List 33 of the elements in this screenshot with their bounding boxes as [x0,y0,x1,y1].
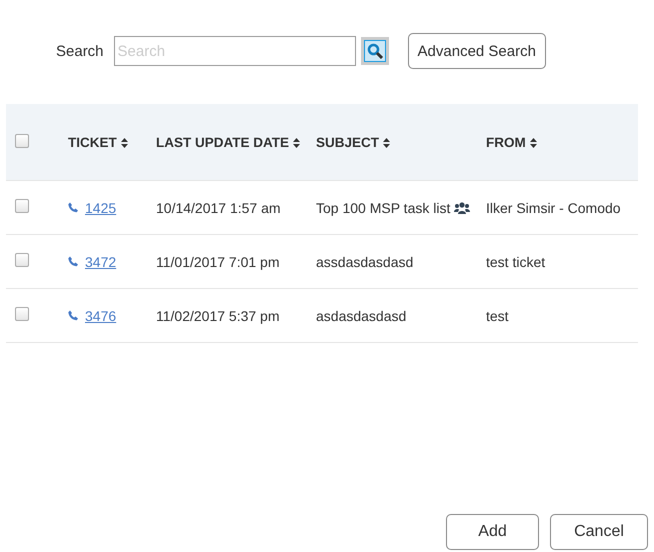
table-cell: Top 100 MSP task list [316,200,450,216]
table-cell-text: 11/02/2017 5:37 pm [156,308,281,324]
column-header[interactable]: LAST UPDATE DATE [156,134,316,150]
column-header[interactable]: FROM [486,134,638,150]
phone-icon [68,202,79,213]
sort-icon [383,138,390,148]
table-cell-text: test ticket [486,254,546,270]
search-label: Search [56,42,104,60]
table-cell-text: Ilker Simsir - Comodo [486,200,622,216]
sort-icon [120,138,128,148]
table-cell: asdasdasdasd [316,308,406,324]
column-header[interactable]: TICKET [68,134,156,150]
phone-icon [68,256,79,267]
checkbox[interactable] [15,253,29,267]
checkbox[interactable] [15,307,29,321]
phone-icon [68,310,79,321]
table-cell-text: 10/14/2017 1:57 am [156,200,282,216]
table-cell: assdasdasdasd [316,254,414,270]
table-cell-text: test [486,308,510,324]
ticket-link[interactable]: 1425 [85,200,116,216]
checkbox[interactable] [15,199,29,213]
search-button[interactable] [360,37,389,65]
ticket-link[interactable]: 3476 [85,308,116,324]
table-cell-text: 11/01/2017 7:01 pm [156,254,281,270]
column-header[interactable]: SUBJECT [316,134,486,150]
search-icon [366,43,383,59]
cancel-button[interactable]: Cancel [550,514,648,550]
add-button[interactable]: Add [446,514,539,550]
sort-icon [530,138,537,148]
advanced-search-button[interactable]: Advanced Search [408,33,546,69]
ticket-link[interactable]: 3472 [85,254,116,270]
checkbox[interactable] [15,134,29,148]
sort-icon [293,138,300,148]
